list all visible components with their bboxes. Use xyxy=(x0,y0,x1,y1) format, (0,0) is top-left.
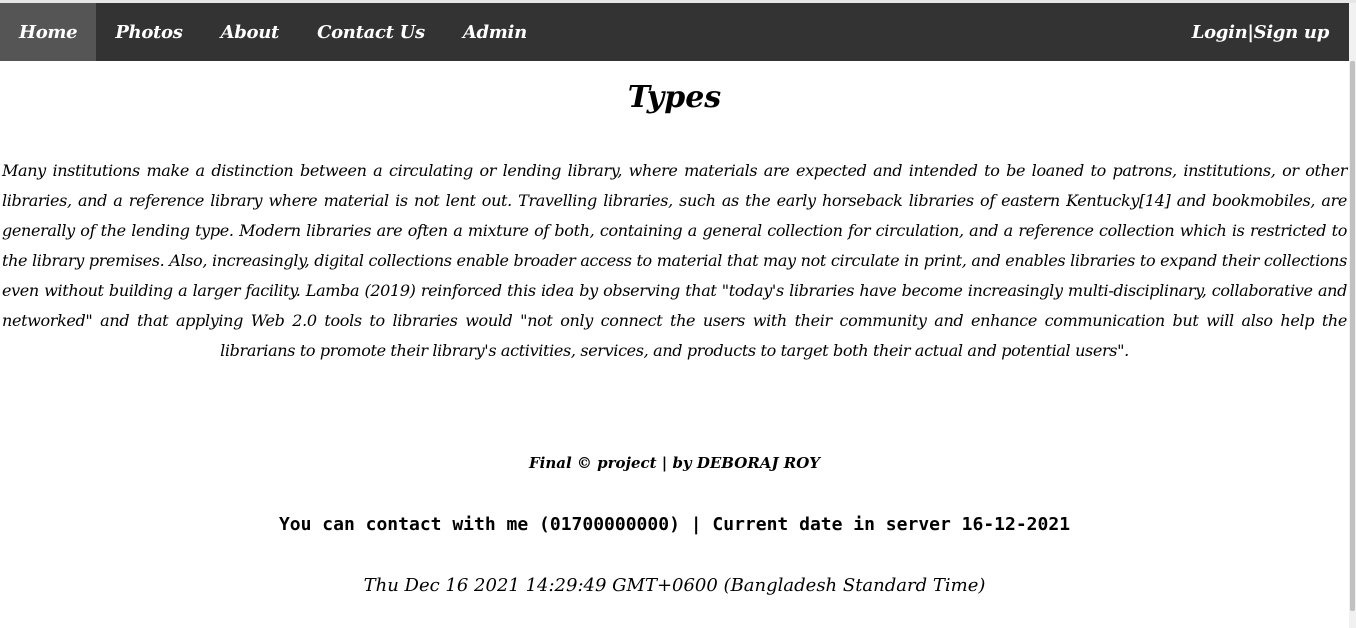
nav-login-signup-link[interactable]: Login|Sign up xyxy=(1172,3,1349,61)
nav-contact-link[interactable]: Contact Us xyxy=(298,3,444,61)
footer-contact-line: You can contact with me (01700000000) | … xyxy=(278,514,1071,535)
page-title: Types xyxy=(627,80,722,115)
vertical-scrollbar[interactable] xyxy=(1349,3,1356,628)
types-paragraph: Many institutions make a distinction bet… xyxy=(2,161,1347,360)
page: Home Photos About Contact Us Admin Login… xyxy=(0,0,1356,628)
scrollbar-thumb[interactable] xyxy=(1350,61,1355,611)
nav-about-link[interactable]: About xyxy=(202,3,298,61)
top-navbar: Home Photos About Contact Us Admin Login… xyxy=(0,3,1349,61)
nav-admin-link[interactable]: Admin xyxy=(444,3,546,61)
nav-home-link[interactable]: Home xyxy=(0,3,97,61)
nav-photos-link[interactable]: Photos xyxy=(96,3,201,61)
footer-credit: Final © project | by DEBORAJ ROY xyxy=(529,454,820,472)
footer-client-date: Thu Dec 16 2021 14:29:49 GMT+0600 (Bangl… xyxy=(363,575,986,596)
